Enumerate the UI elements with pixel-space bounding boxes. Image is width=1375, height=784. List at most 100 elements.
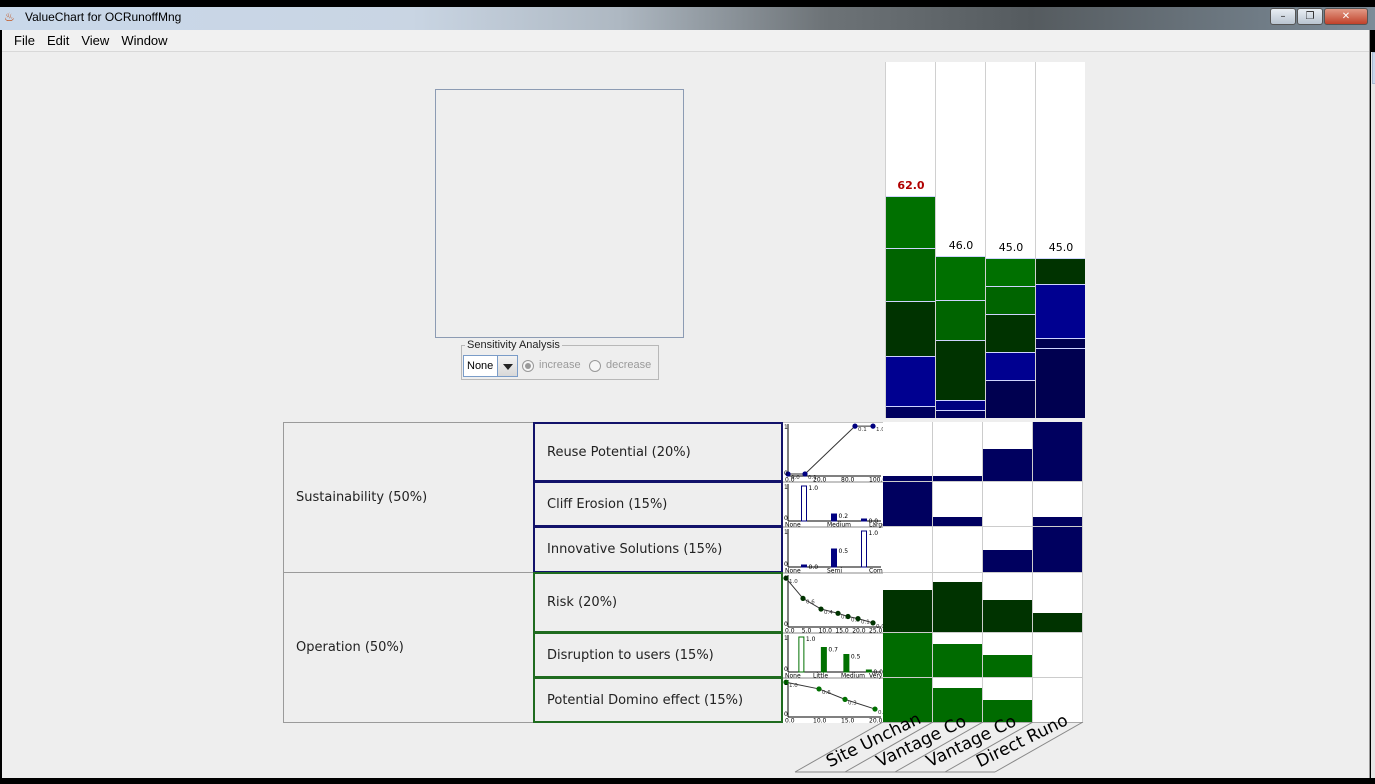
alternative-cell[interactable] [933, 482, 983, 527]
score-column[interactable]: 45.0 [985, 62, 1035, 418]
value-label: 0.0 [809, 564, 819, 571]
increase-radio[interactable] [522, 360, 534, 372]
objective-cliff-erosion[interactable]: Cliff Erosion (15%) [533, 481, 783, 527]
alternative-cell[interactable] [883, 527, 933, 573]
value-point [818, 606, 824, 612]
alternative-cell[interactable] [1033, 527, 1083, 573]
alternative-cell[interactable] [1033, 482, 1083, 527]
score-segment [936, 256, 985, 300]
value-bar [801, 564, 807, 568]
cell-value-fill [933, 581, 982, 632]
point-label: 0.3 [848, 700, 857, 706]
sensitivity-select-value: None [467, 360, 494, 372]
objective-risk[interactable]: Risk (20%) [533, 572, 783, 633]
cell-value-fill [1033, 612, 1082, 632]
alternative-cell[interactable] [983, 527, 1033, 573]
chevron-down-icon[interactable] [497, 356, 517, 376]
alternative-cell[interactable] [983, 573, 1033, 633]
value-point [870, 423, 876, 429]
y-axis-max: 1 [784, 529, 788, 536]
value-point [845, 613, 851, 620]
score-segment [886, 356, 935, 406]
total-score-label: 62.0 [897, 179, 925, 192]
decrease-label: decrease [606, 359, 652, 371]
point-label: 1.0 [876, 427, 883, 433]
alternative-cell[interactable] [1033, 573, 1083, 633]
score-segment [1036, 258, 1085, 284]
point-label: 0.6 [822, 690, 831, 696]
score-column[interactable]: 62.0 [885, 62, 935, 418]
alternative-cell[interactable] [933, 527, 983, 573]
value-point [802, 471, 808, 477]
objective-innovative-solutions[interactable]: Innovative Solutions (15%) [533, 526, 783, 573]
menu-view[interactable]: View [75, 33, 115, 48]
menu-edit[interactable]: Edit [41, 33, 75, 48]
point-label: 1.0 [789, 579, 798, 585]
objective-disruption[interactable]: Disruption to users (15%) [533, 632, 783, 678]
objective-label: Cliff Erosion (15%) [547, 496, 668, 512]
cell-value-fill [1033, 527, 1082, 572]
value-bar [801, 485, 807, 522]
objective-sustainability[interactable]: Sustainability (50%) [283, 422, 534, 573]
minimize-button[interactable]: – [1270, 8, 1296, 25]
value-bar [831, 548, 837, 568]
value-bar [831, 513, 837, 522]
alternative-cell[interactable] [933, 422, 983, 482]
objective-label: Operation (50%) [296, 640, 404, 655]
sensitivity-select[interactable]: None [463, 355, 518, 377]
value-bar [861, 518, 867, 522]
objective-reuse-potential[interactable]: Reuse Potential (20%) [533, 422, 783, 482]
objective-operation[interactable]: Operation (50%) [283, 572, 534, 723]
score-segment [986, 314, 1035, 352]
value-label: 1.0 [806, 636, 816, 643]
value-label: 0.7 [828, 647, 838, 654]
total-score-chart: 62.0 46.0 45.0 45.0 [885, 62, 1085, 418]
alternative-cell[interactable] [1033, 422, 1083, 482]
y-axis-max: 1 [784, 635, 788, 642]
score-column[interactable]: 46.0 [935, 62, 985, 418]
value-function-charts: 0.00.10.11.0100.020.080.0100.01.00.20.01… [783, 422, 883, 723]
cell-value-fill [933, 644, 982, 677]
alternative-cell[interactable] [983, 633, 1033, 678]
cell-value-fill [983, 655, 1032, 677]
alternative-cell[interactable] [933, 633, 983, 678]
value-bar [861, 530, 867, 568]
point-label: 0.6 [806, 599, 815, 605]
alternative-cell[interactable] [883, 482, 933, 527]
objective-domino-effect[interactable]: Potential Domino effect (15%) [533, 677, 783, 723]
cell-value-fill [883, 589, 932, 632]
score-segment [936, 400, 985, 410]
alternative-cell[interactable] [983, 422, 1033, 482]
total-score-label: 45.0 [998, 241, 1024, 254]
value-label: 0.2 [839, 513, 849, 520]
score-column[interactable]: 45.0 [1035, 62, 1085, 418]
score-segment [986, 286, 1035, 314]
objective-label: Sustainability (50%) [296, 490, 428, 505]
score-segment [936, 410, 985, 418]
alternative-cell[interactable] [883, 633, 933, 678]
objective-label: Disruption to users (15%) [547, 647, 714, 663]
cell-value-fill [983, 599, 1032, 632]
y-axis-max: 1 [784, 575, 788, 582]
score-segment [886, 301, 935, 356]
score-segment [936, 300, 985, 340]
menu-window[interactable]: Window [115, 33, 173, 48]
vertical-scrollbar[interactable] [1371, 52, 1375, 778]
total-score-label: 45.0 [1048, 241, 1074, 254]
point-label: 1.0 [789, 683, 798, 689]
alternative-cell[interactable] [883, 422, 933, 482]
decrease-radio[interactable] [589, 360, 601, 372]
score-segment [986, 380, 1035, 418]
alternative-cell[interactable] [883, 573, 933, 633]
alternative-cell[interactable] [1033, 633, 1083, 678]
menu-file[interactable]: File [8, 33, 41, 48]
value-point [872, 706, 878, 712]
alternative-cell[interactable] [983, 482, 1033, 527]
alternative-cell[interactable] [933, 573, 983, 633]
close-button[interactable]: ✕ [1324, 8, 1368, 25]
value-point [852, 423, 858, 429]
value-label: 1.0 [809, 485, 819, 492]
maximize-button[interactable]: ❐ [1297, 8, 1323, 25]
score-segment [886, 196, 935, 248]
title-bar: ♨ ValueChart for OCRunoffMng – ❐ ✕ [0, 7, 1375, 30]
